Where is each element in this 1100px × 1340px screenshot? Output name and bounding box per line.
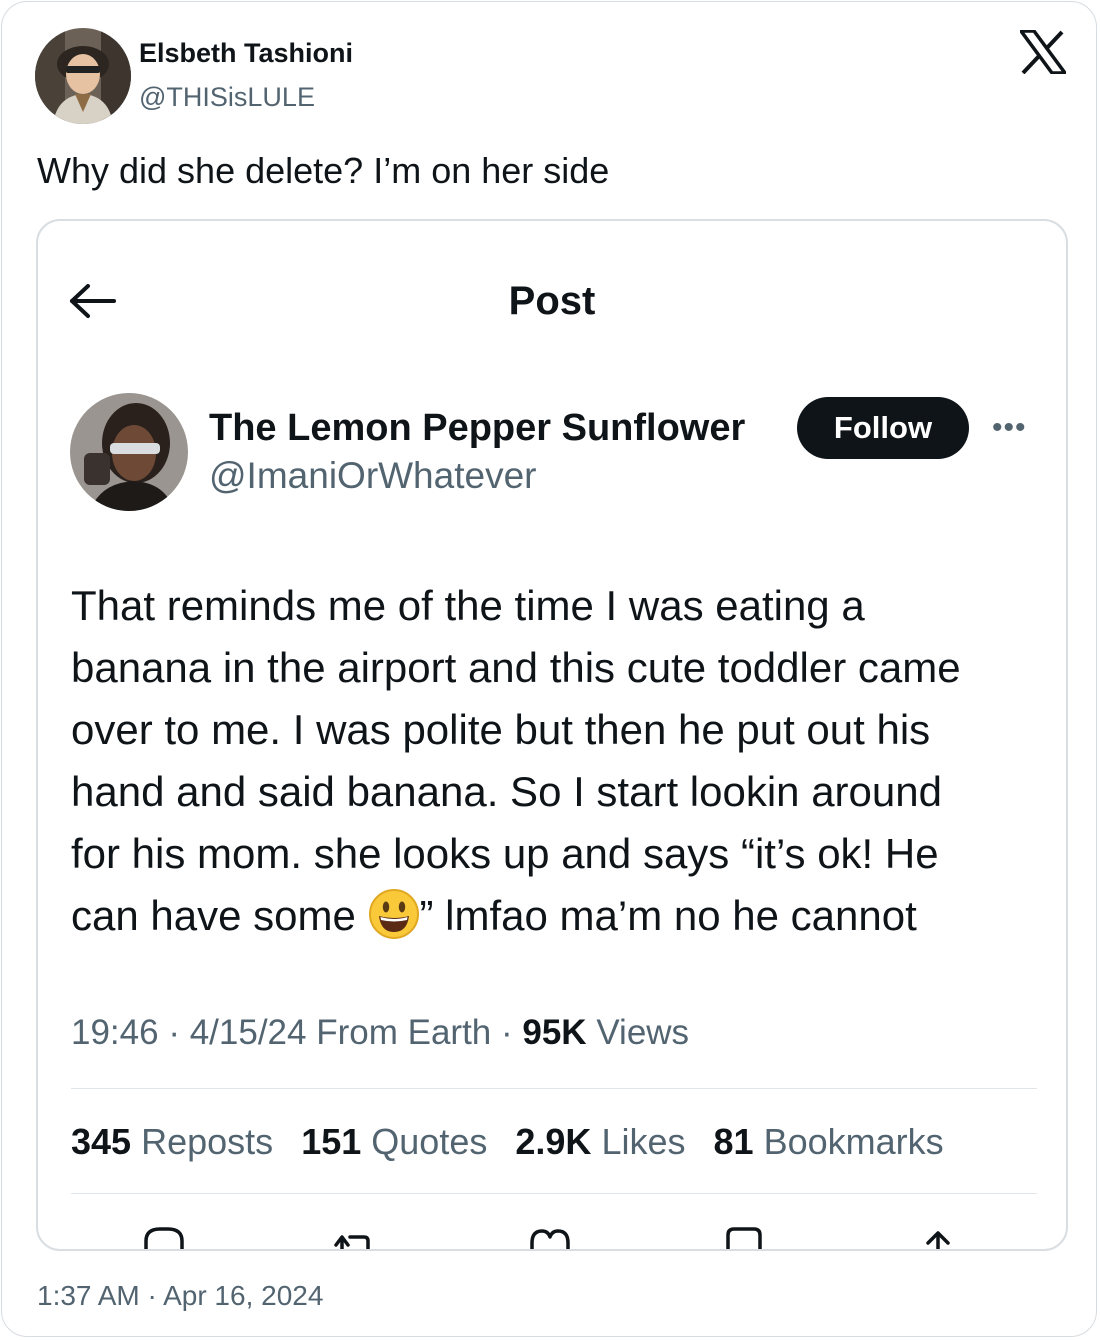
bookmarks-count: 81 bbox=[713, 1121, 754, 1162]
follow-button[interactable]: Follow bbox=[797, 397, 969, 459]
likes-count: 2.9K bbox=[515, 1121, 592, 1162]
share-icon[interactable] bbox=[916, 1221, 960, 1251]
author-avatar[interactable] bbox=[35, 28, 131, 124]
post-text-fragment: ” lmfao ma’m no he cannot bbox=[419, 892, 917, 939]
like-icon[interactable] bbox=[528, 1221, 572, 1251]
reposts-stat[interactable]: 345 Reposts bbox=[71, 1121, 273, 1162]
more-options-icon[interactable]: ••• bbox=[992, 411, 1027, 445]
quotes-count: 151 bbox=[301, 1121, 362, 1162]
embedded-post-text: That reminds me of the time I was eating… bbox=[71, 575, 1046, 947]
post-location: From Earth bbox=[316, 1013, 492, 1052]
post-text-line-last: can have some ” lmfao ma’m no he cannot bbox=[71, 885, 1046, 947]
post-text-line: hand and said banana. So I start lookin … bbox=[71, 768, 942, 815]
post-date: 4/15/24 bbox=[189, 1013, 307, 1052]
engagement-stats: 345 Reposts 151 Quotes 2.9K Likes 81 Boo… bbox=[71, 1121, 962, 1163]
post-text-line: for his mom. she looks up and says “it’s… bbox=[71, 830, 939, 877]
bookmarks-label: Bookmarks bbox=[763, 1121, 944, 1162]
repost-icon[interactable] bbox=[330, 1221, 374, 1251]
embedded-user-name[interactable]: The Lemon Pepper Sunflower bbox=[209, 407, 745, 450]
grinning-face-emoji-icon bbox=[368, 889, 419, 939]
views-count[interactable]: 95K bbox=[522, 1013, 586, 1052]
divider bbox=[71, 1193, 1037, 1194]
quotes-label: Quotes bbox=[371, 1121, 488, 1162]
likes-stat[interactable]: 2.9K Likes bbox=[515, 1121, 685, 1162]
post-meta: 19:46 · 4/15/24 From Earth · 95K Views bbox=[71, 1013, 690, 1052]
bookmarks-stat[interactable]: 81 Bookmarks bbox=[714, 1121, 944, 1162]
author-name[interactable]: Elsbeth Tashioni bbox=[139, 38, 353, 69]
post-text-line: banana in the airport and this cute todd… bbox=[71, 644, 961, 691]
tweet-card: Elsbeth Tashioni @THISisLULE Why did she… bbox=[1, 1, 1097, 1337]
embedded-user-avatar[interactable] bbox=[70, 393, 188, 511]
bookmark-icon[interactable] bbox=[722, 1221, 766, 1251]
page-title: Post bbox=[508, 279, 596, 323]
tweet-timestamp[interactable]: 1:37 AM · Apr 16, 2024 bbox=[37, 1280, 323, 1312]
reposts-count: 345 bbox=[71, 1121, 132, 1162]
post-time: 19:46 bbox=[71, 1013, 159, 1052]
divider bbox=[71, 1088, 1037, 1089]
reply-icon[interactable] bbox=[142, 1221, 186, 1251]
post-text-fragment: can have some bbox=[71, 892, 368, 939]
author-handle[interactable]: @THISisLULE bbox=[139, 82, 315, 113]
quotes-stat[interactable]: 151 Quotes bbox=[301, 1121, 487, 1162]
embedded-user-handle[interactable]: @ImaniOrWhatever bbox=[209, 455, 536, 497]
tweet-text: Why did she delete? I’m on her side bbox=[37, 150, 610, 191]
post-text-line: over to me. I was polite but then he put… bbox=[71, 706, 931, 753]
likes-label: Likes bbox=[601, 1121, 686, 1162]
post-text-line: That reminds me of the time I was eating… bbox=[71, 582, 865, 629]
views-label: Views bbox=[596, 1013, 690, 1052]
embedded-screenshot[interactable]: Post The Lemon Pepper Sunflower @ImaniOr… bbox=[36, 219, 1068, 1251]
reposts-label: Reposts bbox=[141, 1121, 274, 1162]
x-logo-icon[interactable] bbox=[1020, 30, 1066, 74]
